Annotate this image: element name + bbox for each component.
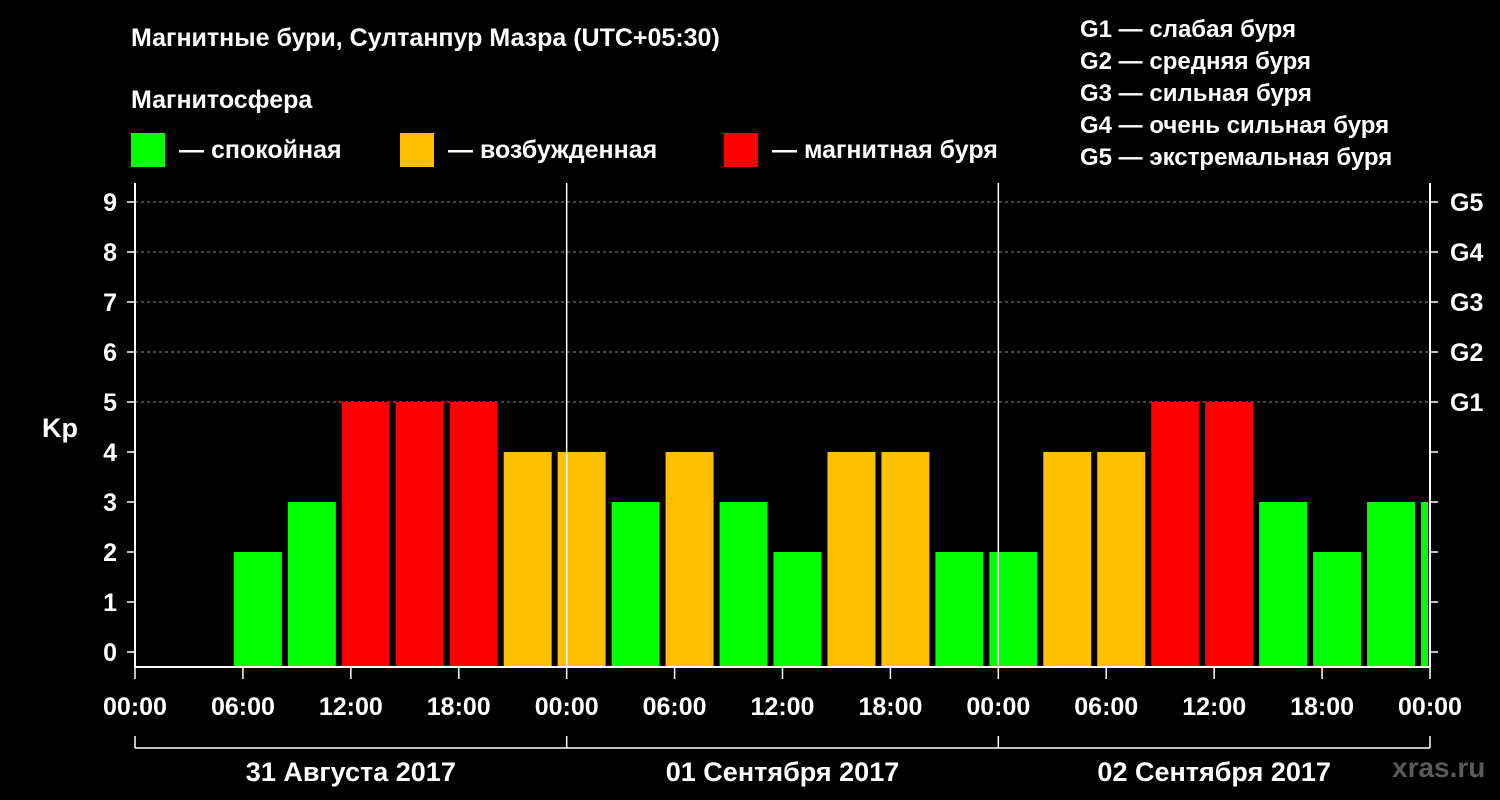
x-tick-label: 12:00 bbox=[751, 693, 815, 721]
bar-17 bbox=[1151, 402, 1200, 667]
bar-2 bbox=[341, 402, 390, 667]
g-level-label: G2 bbox=[1450, 339, 1483, 367]
bar-7 bbox=[611, 502, 660, 667]
day-label: 02 Сентября 2017 bbox=[1097, 757, 1330, 787]
kp-bar-chart: 0 1 2 3 4 5 6 7 8 9 G1 G2 G3 G4 G5 Kp 00:00 06:00 12:00 18:… bbox=[42, 183, 1483, 787]
bar-5 bbox=[503, 452, 552, 667]
x-tick-label: 18:00 bbox=[1290, 693, 1354, 721]
bar-13 bbox=[935, 552, 984, 667]
bar-22 bbox=[1421, 502, 1428, 667]
bar-1 bbox=[287, 502, 336, 667]
bar-9 bbox=[719, 502, 768, 667]
g-level-label: G3 bbox=[1450, 289, 1483, 317]
x-tick-label: 06:00 bbox=[211, 693, 275, 721]
bar-12 bbox=[881, 452, 930, 667]
bar-20 bbox=[1313, 552, 1362, 667]
y-tick-label: 2 bbox=[103, 539, 117, 567]
day-label: 31 Августа 2017 bbox=[246, 757, 456, 787]
y-tick-label: 3 bbox=[103, 489, 117, 517]
bar-15 bbox=[1043, 452, 1092, 667]
bar-3 bbox=[395, 402, 444, 667]
y-tick-label: 6 bbox=[103, 339, 117, 367]
bar-11 bbox=[827, 452, 876, 667]
x-tick-label: 06:00 bbox=[643, 693, 707, 721]
y-tick-label: 4 bbox=[103, 439, 117, 467]
y-tick-label: 5 bbox=[103, 389, 117, 417]
x-tick-label: 18:00 bbox=[427, 693, 491, 721]
bar-19 bbox=[1259, 502, 1308, 667]
x-tick-label: 12:00 bbox=[319, 693, 383, 721]
x-tick-label: 00:00 bbox=[103, 693, 167, 721]
g-level-label: G1 bbox=[1450, 389, 1483, 417]
y-axis-label: Kp bbox=[42, 413, 78, 443]
x-tick-label: 00:00 bbox=[535, 693, 599, 721]
bar-10 bbox=[773, 552, 822, 667]
x-tick-label: 06:00 bbox=[1074, 693, 1138, 721]
bar-0 bbox=[233, 552, 282, 667]
day-label: 01 Сентября 2017 bbox=[666, 757, 899, 787]
y-tick-label: 8 bbox=[103, 239, 117, 267]
y-tick-label: 9 bbox=[103, 189, 117, 217]
g-level-label: G5 bbox=[1450, 189, 1483, 217]
bar-8 bbox=[665, 452, 714, 667]
y-tick-label: 1 bbox=[103, 589, 117, 617]
watermark: xras.ru bbox=[1392, 752, 1486, 783]
bar-14 bbox=[989, 552, 1038, 667]
x-tick-label: 00:00 bbox=[966, 693, 1030, 721]
y-tick-label: 0 bbox=[103, 639, 117, 667]
g-level-label: G4 bbox=[1450, 239, 1483, 267]
bar-4 bbox=[449, 402, 498, 667]
bar-6 bbox=[557, 452, 606, 667]
bar-18 bbox=[1205, 402, 1254, 667]
x-tick-label: 18:00 bbox=[858, 693, 922, 721]
x-tick-label: 00:00 bbox=[1398, 693, 1462, 721]
x-tick-label: 12:00 bbox=[1182, 693, 1246, 721]
y-tick-label: 7 bbox=[103, 289, 117, 317]
bar-21 bbox=[1367, 502, 1416, 667]
bar-16 bbox=[1097, 452, 1146, 667]
